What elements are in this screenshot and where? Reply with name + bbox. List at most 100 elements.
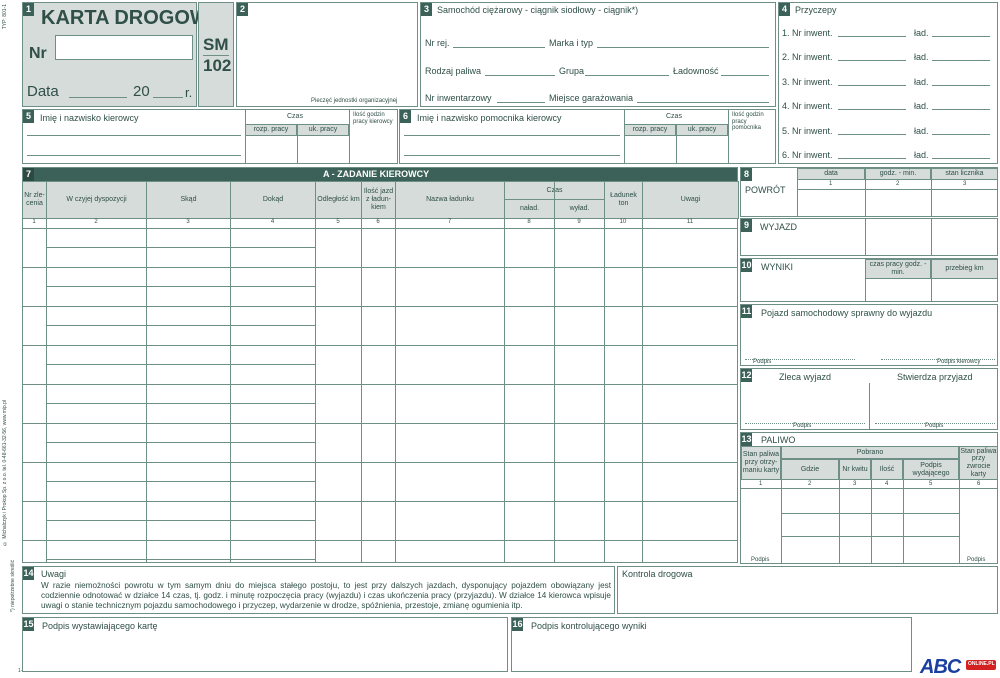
table-row xyxy=(22,267,738,268)
table-row xyxy=(22,345,738,346)
date-label: Data xyxy=(27,83,59,100)
col-header: Dokąd xyxy=(230,181,316,219)
logo-text: ABC xyxy=(920,656,961,678)
sm-label: SM xyxy=(203,35,229,54)
section-12: 12 Zleca wyjazd Stwierdza przyjazd Podpi… xyxy=(740,368,998,430)
nr-rej-field[interactable] xyxy=(453,47,545,48)
quantity-header: Ilość xyxy=(871,459,903,480)
table-title: A - ZADANIE KIEROWCY xyxy=(323,169,430,179)
section-number: 3 xyxy=(421,3,432,16)
section-number: 12 xyxy=(741,369,752,382)
section-number: 10 xyxy=(741,259,752,272)
col-number: 6 xyxy=(376,219,380,225)
trailers-title: Przyczepy xyxy=(795,5,837,15)
vehicle-ok-label: Pojazd samochodowy sprawny do wyjazdu xyxy=(761,308,933,318)
confirms-arrival-label: Stwierdza przyjazd xyxy=(897,372,973,382)
trailer-inv-field[interactable] xyxy=(838,158,906,159)
signature-label: Podpis xyxy=(793,423,812,429)
section-number: 1 xyxy=(23,3,34,16)
col-header: Nazwa ładunku xyxy=(395,181,505,219)
section-number: 9 xyxy=(741,219,752,232)
year-line[interactable] xyxy=(153,97,183,98)
trailer-label: 6. Nr inwent. xyxy=(782,150,833,160)
col-number: 8 xyxy=(527,219,531,225)
table-row xyxy=(22,540,738,541)
assistant-name-field-2[interactable] xyxy=(404,155,620,156)
date-line[interactable] xyxy=(69,97,127,98)
trailer-label: 2. Nr inwent. xyxy=(782,52,833,62)
signature-label: Podpis xyxy=(753,359,772,365)
col-header: Skąd xyxy=(146,181,231,219)
section-11[interactable]: 11 Pojazd samochodowy sprawny do wyjazdu… xyxy=(740,304,998,366)
assistant-name-label: Imię i nazwisko pomocnika kierowcy xyxy=(417,113,562,123)
nr-field[interactable] xyxy=(55,35,193,60)
trailer-capacity-field[interactable] xyxy=(932,158,990,159)
trailer-capacity-field[interactable] xyxy=(932,85,990,86)
section-2[interactable]: 2 Pieczęć jednostki organizacyjnej xyxy=(236,2,418,107)
trailer-inv-field[interactable] xyxy=(838,134,906,135)
hours-label: Ilość godzin pracy kierowcy xyxy=(353,112,393,125)
paliwo-field[interactable] xyxy=(485,75,555,76)
hours-label: Ilość godzin pracy pomocnika xyxy=(732,112,764,132)
col-number: 2 xyxy=(808,481,812,487)
col-number: 4 xyxy=(270,219,275,225)
table-row xyxy=(22,423,738,424)
trailer-label: 5. Nr inwent. xyxy=(782,126,833,136)
trailer-inv-field[interactable] xyxy=(838,85,906,86)
trailer-capacity-field[interactable] xyxy=(932,36,990,37)
section-number: 7 xyxy=(23,168,34,181)
section-number: 5 xyxy=(23,110,34,123)
driver-name-field[interactable] xyxy=(27,135,241,136)
r-label: r. xyxy=(185,85,193,100)
miejsce-field[interactable] xyxy=(637,102,769,103)
start-time-header: rozp. pracy xyxy=(624,124,676,136)
inwent-field[interactable] xyxy=(497,102,545,103)
section-15[interactable]: 15 Podpis wystawiającego kartę xyxy=(22,617,508,672)
return-label: POWRÓT xyxy=(745,185,786,195)
road-control-box[interactable]: Kontrola drogowa xyxy=(617,566,998,614)
marka-label: Marka i typ xyxy=(549,38,594,48)
trailer-capacity-field[interactable] xyxy=(932,134,990,135)
section-16[interactable]: 16 Podpis kontrolującego wyniki xyxy=(511,617,912,672)
section-13: 13 PALIWO Stan paliwa przy otrzy-maniu k… xyxy=(740,432,998,564)
trailer-inv-field[interactable] xyxy=(838,36,906,37)
col-header: Nr zle-cenia xyxy=(22,181,47,219)
issuer-signature-label: Podpis wystawiającego kartę xyxy=(42,621,158,631)
section-number: 15 xyxy=(23,618,34,631)
trailer-capacity-label: ład. xyxy=(914,101,929,111)
fuel-taken-header: Pobrano xyxy=(781,446,959,459)
remarks-label: Uwagi xyxy=(41,569,67,579)
driver-signature-label: Podpis kierowcy xyxy=(937,359,981,365)
col-number: 2 xyxy=(896,181,900,187)
signature-label: Podpis xyxy=(967,557,986,563)
vehicle-title: Samochód ciężarowy - ciągnik siodłowy - … xyxy=(437,5,639,15)
col-header: W czyjej dyspozycji xyxy=(46,181,147,219)
grupa-field[interactable] xyxy=(585,75,669,76)
end-time-header: uk. pracy xyxy=(297,124,349,136)
section-7-table: 7 A - ZADANIE KIEROWCY xyxy=(22,167,738,563)
col-number: 1 xyxy=(829,181,833,187)
logo-badge: ONLINE.PL xyxy=(966,660,996,670)
nr-rej-label: Nr rej. xyxy=(425,38,450,48)
col-number: 3 xyxy=(853,481,857,487)
where-header: Gdzie xyxy=(781,459,839,480)
fuel-end-header: Stan paliwa przy zwrocie karty xyxy=(959,446,998,480)
col-number: 5 xyxy=(336,219,340,225)
trailer-label: 3. Nr inwent. xyxy=(782,77,833,87)
driver-name-field-2[interactable] xyxy=(27,155,241,156)
time-header: Czas xyxy=(666,113,682,120)
paliwo-label: Rodzaj paliwa xyxy=(425,66,482,76)
assistant-name-field[interactable] xyxy=(404,135,620,136)
trailer-capacity-field[interactable] xyxy=(932,60,990,61)
nr-label: Nr xyxy=(29,45,47,62)
trailer-inv-field[interactable] xyxy=(838,109,906,110)
col-number: 3 xyxy=(186,219,190,225)
form-type: TYP: 801-1 xyxy=(2,4,8,30)
trailer-inv-field[interactable] xyxy=(838,60,906,61)
ladownosc-field[interactable] xyxy=(721,75,769,76)
trailer-capacity-label: ład. xyxy=(914,28,929,38)
trailer-capacity-label: ład. xyxy=(914,126,929,136)
trailer-capacity-field[interactable] xyxy=(932,109,990,110)
return-odometer-header: stan licznika xyxy=(931,168,998,180)
marka-field[interactable] xyxy=(597,47,769,48)
